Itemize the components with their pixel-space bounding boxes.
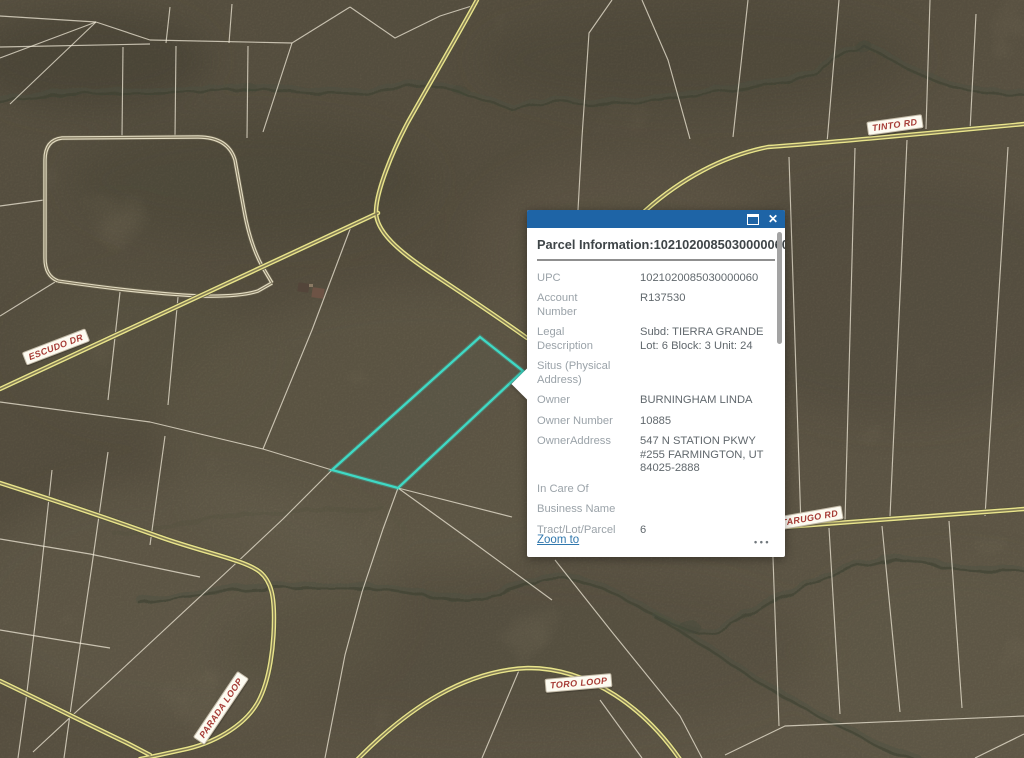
zoom-to-link[interactable]: Zoom to	[537, 534, 579, 546]
field-label: Account Number	[537, 289, 640, 323]
maximize-icon[interactable]	[747, 214, 759, 225]
popup-header: ✕	[527, 210, 785, 228]
field-value: BURNINGHAM LINDA	[640, 391, 775, 412]
close-icon[interactable]: ✕	[768, 211, 778, 227]
field-label: Business Name	[537, 500, 640, 521]
field-label: Owner	[537, 391, 640, 412]
field-label: Situs (Physical Address)	[537, 357, 640, 391]
field-value: R137530	[640, 289, 775, 323]
field-value: Subd: TIERRA GRANDE Lot: 6 Block: 3 Unit…	[640, 323, 775, 357]
field-label: Legal Description	[537, 323, 640, 357]
parcel-attribute-table: UPC 1021020085030000060 Account Number R…	[537, 268, 775, 539]
field-value: 547 N STATION PKWY #255 FARMINGTON, UT 8…	[640, 432, 775, 480]
popup-footer: Zoom to •••	[537, 534, 771, 550]
more-options-icon[interactable]: •••	[754, 534, 771, 550]
map-canvas[interactable]	[0, 0, 1024, 758]
field-label: In Care Of	[537, 479, 640, 500]
field-value: 10885	[640, 411, 775, 432]
field-label: UPC	[537, 268, 640, 289]
field-value	[640, 479, 775, 500]
popup-title: Parcel Information:1021020085030000060	[537, 237, 775, 252]
field-value	[640, 357, 775, 391]
popup-title-divider	[537, 259, 775, 261]
map-viewer: TINTO RD ESCUDO DR TARUGO RD TORO LOOP P…	[0, 0, 1024, 758]
field-value	[640, 500, 775, 521]
field-label: OwnerAddress	[537, 432, 640, 480]
popup-scrollbar-thumb[interactable]	[777, 232, 782, 344]
field-label: Owner Number	[537, 411, 640, 432]
parcel-info-popup: ✕ Parcel Information:1021020085030000060…	[527, 210, 785, 557]
field-value: 1021020085030000060	[640, 268, 775, 289]
popup-body: Parcel Information:1021020085030000060 U…	[527, 228, 785, 539]
